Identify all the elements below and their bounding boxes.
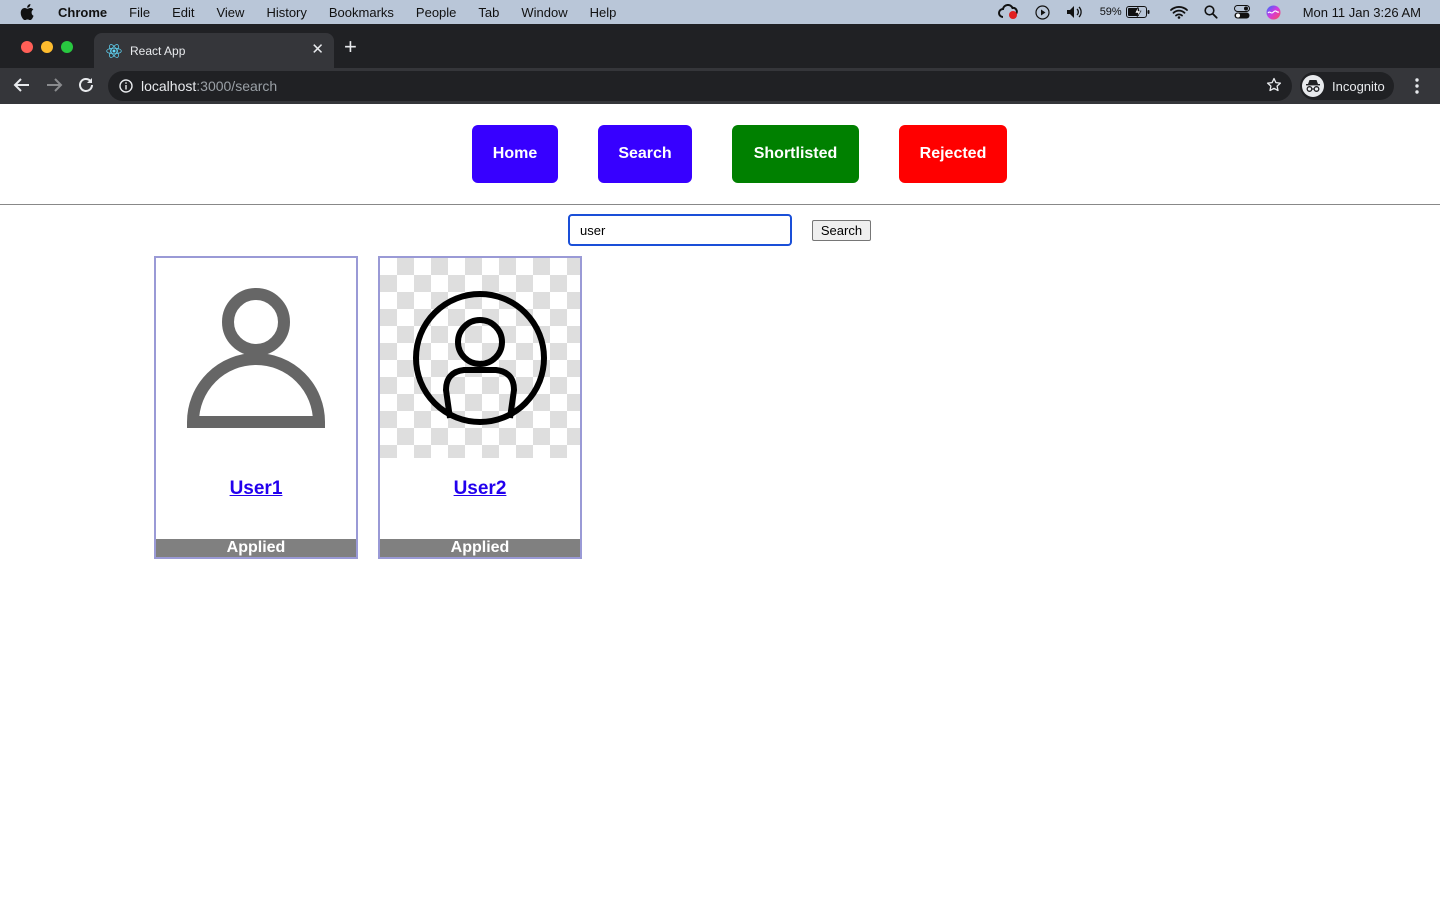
- wifi-icon[interactable]: [1169, 5, 1188, 19]
- search-nav-button[interactable]: Search: [598, 125, 692, 183]
- new-tab-icon[interactable]: +: [344, 36, 357, 58]
- status-badge: Applied: [156, 539, 356, 557]
- user-card: User2 Applied: [378, 256, 582, 559]
- battery-icon[interactable]: [1125, 6, 1150, 18]
- menu-edit[interactable]: Edit: [172, 5, 194, 20]
- user-circle-icon: [380, 258, 580, 458]
- status-badge: Applied: [380, 539, 580, 557]
- browser-tab-active[interactable]: React App ✕: [94, 33, 334, 68]
- person-outline-icon: [156, 258, 356, 458]
- browser-toolbar: localhost:3000/search Incognito: [0, 68, 1440, 104]
- menu-file[interactable]: File: [129, 5, 150, 20]
- app-navbar: Home Search Shortlisted Rejected: [0, 104, 1440, 205]
- window-zoom-button[interactable]: [61, 41, 73, 53]
- spotlight-search-icon[interactable]: [1204, 5, 1218, 19]
- mac-menubar: Chrome File Edit View History Bookmarks …: [0, 0, 1440, 24]
- incognito-icon: [1302, 75, 1324, 97]
- apple-icon[interactable]: [20, 4, 40, 20]
- menubar-status-area: 59% Mon 11 Jan 3:26 AM: [981, 0, 1421, 24]
- user-name-link[interactable]: User2: [380, 478, 580, 500]
- menubar-clock[interactable]: Mon 11 Jan 3:26 AM: [1303, 5, 1421, 20]
- more-menu-icon[interactable]: [1414, 77, 1420, 100]
- reload-icon[interactable]: [77, 76, 95, 99]
- forward-arrow-icon[interactable]: [45, 76, 63, 99]
- user-name-link[interactable]: User1: [156, 478, 356, 500]
- rejected-button[interactable]: Rejected: [899, 125, 1007, 183]
- creative-cloud-icon[interactable]: [997, 4, 1019, 20]
- battery-percentage: 59%: [1099, 6, 1122, 18]
- site-info-icon[interactable]: [119, 79, 133, 93]
- shortlisted-button[interactable]: Shortlisted: [732, 125, 859, 183]
- menu-help[interactable]: Help: [590, 5, 617, 20]
- menu-view[interactable]: View: [216, 5, 244, 20]
- volume-icon[interactable]: [1066, 5, 1084, 19]
- menu-window[interactable]: Window: [521, 5, 567, 20]
- address-bar[interactable]: localhost:3000/search: [108, 71, 1292, 101]
- bookmark-star-icon[interactable]: [1266, 77, 1282, 93]
- page-viewport: Home Search Shortlisted Rejected Search …: [0, 104, 1440, 900]
- incognito-label: Incognito: [1332, 78, 1385, 94]
- menu-history[interactable]: History: [266, 5, 306, 20]
- react-logo-icon: [106, 43, 122, 59]
- tab-title: React App: [130, 43, 186, 58]
- url-host: localhost: [141, 78, 197, 94]
- menu-people[interactable]: People: [416, 5, 456, 20]
- tab-close-icon[interactable]: ✕: [311, 42, 324, 58]
- menu-tab[interactable]: Tab: [478, 5, 499, 20]
- url-path: :3000/search: [196, 78, 278, 94]
- incognito-profile-button[interactable]: Incognito: [1300, 72, 1394, 100]
- search-input[interactable]: [568, 214, 792, 246]
- siri-icon[interactable]: [1266, 5, 1281, 20]
- window-minimize-button[interactable]: [41, 41, 53, 53]
- menu-app-name[interactable]: Chrome: [58, 5, 107, 20]
- browser-tab-strip: React App ✕ +: [0, 24, 1440, 68]
- control-center-icon[interactable]: [1233, 5, 1250, 19]
- window-close-button[interactable]: [21, 41, 33, 53]
- search-submit-button[interactable]: Search: [812, 220, 871, 241]
- home-button[interactable]: Home: [472, 125, 558, 183]
- back-arrow-icon[interactable]: [13, 76, 31, 99]
- play-icon[interactable]: [1035, 4, 1050, 20]
- user-card: User1 Applied: [154, 256, 358, 559]
- menu-bookmarks[interactable]: Bookmarks: [329, 5, 394, 20]
